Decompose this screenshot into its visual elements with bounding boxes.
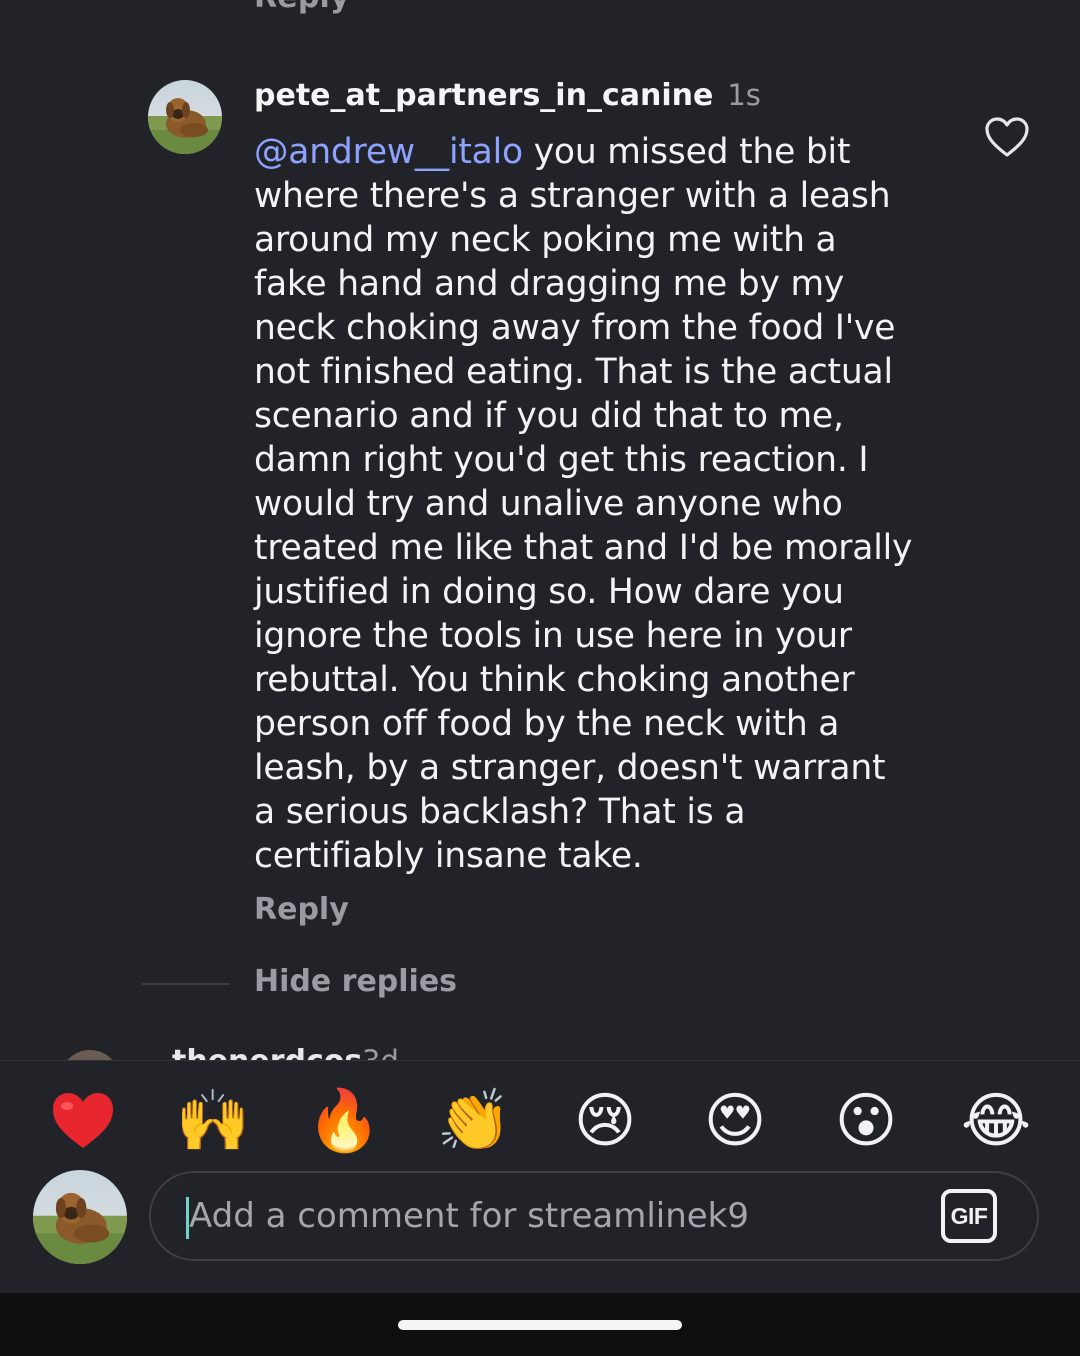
next-comment-timestamp: 3d	[362, 1044, 399, 1060]
emoji-reaction-bar: 🙌 🔥 👏 😢 😍 😮 😂	[0, 1081, 1080, 1161]
hide-replies-button[interactable]: Hide replies	[254, 964, 457, 999]
system-navigation-bar	[0, 1293, 1080, 1356]
mention-link[interactable]: @andrew__italo	[254, 132, 523, 172]
reply-button[interactable]: Reply	[254, 892, 349, 927]
emoji-clapping-button[interactable]: 👏	[434, 1081, 514, 1161]
comment-input[interactable]	[189, 1173, 929, 1259]
previous-reply-button[interactable]: Reply	[254, 0, 350, 15]
next-comment-peek: thenerdcos 3d	[0, 1038, 1080, 1060]
comment-username[interactable]: pete_at_partners_in_canine	[254, 78, 713, 113]
emoji-crying-button[interactable]: 😢	[565, 1081, 645, 1161]
comment-timestamp: 1s	[727, 78, 761, 112]
dog-avatar-image	[148, 80, 222, 154]
like-button[interactable]	[984, 116, 1030, 158]
emoji-laughing-button[interactable]: 😂	[956, 1081, 1036, 1161]
emoji-raising-hands-button[interactable]: 🙌	[173, 1081, 253, 1161]
comments-screen: Reply pete_at_partners_in_canine 1s @and…	[0, 0, 1080, 1356]
comment-text: @andrew__italo you missed the bit where …	[254, 130, 914, 878]
heart-outline-icon	[985, 117, 1029, 157]
comment-header: pete_at_partners_in_canine 1s	[254, 78, 761, 113]
dog-avatar-image	[33, 1170, 127, 1264]
current-user-avatar	[33, 1170, 127, 1264]
comment-composer: 🙌 🔥 👏 😢 😍 😮 😂 Add a comment for streamli…	[0, 1060, 1080, 1294]
next-comment-username[interactable]: thenerdcos	[172, 1044, 362, 1060]
comment-author-avatar[interactable]	[148, 80, 222, 154]
emoji-heart-button[interactable]	[43, 1081, 123, 1161]
comment-input-container[interactable]: GIF	[149, 1171, 1039, 1261]
red-heart-icon	[53, 1093, 113, 1148]
next-comment-avatar[interactable]	[60, 1050, 120, 1060]
home-indicator[interactable]	[398, 1320, 682, 1330]
emoji-heart-eyes-button[interactable]: 😍	[695, 1081, 775, 1161]
comment-body-text: you missed the bit where there's a stran…	[254, 132, 913, 876]
emoji-fire-button[interactable]: 🔥	[304, 1081, 384, 1161]
gif-button[interactable]: GIF	[941, 1189, 997, 1243]
hide-replies-divider	[142, 983, 230, 985]
emoji-surprised-button[interactable]: 😮	[826, 1081, 906, 1161]
